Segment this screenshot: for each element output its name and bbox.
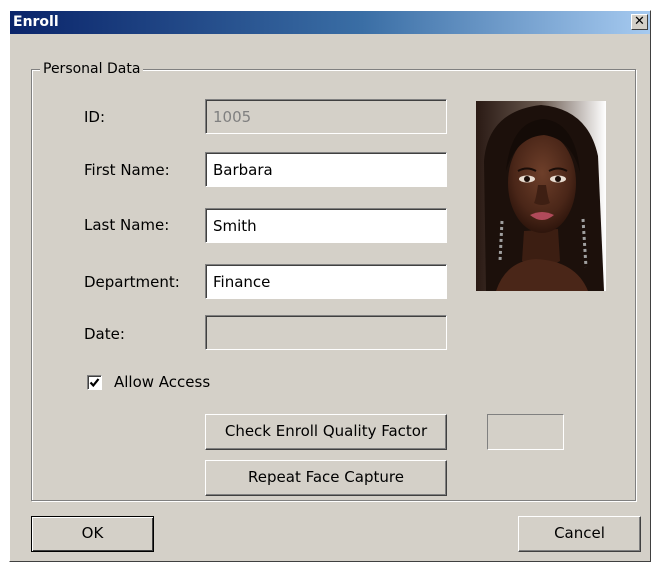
repeat-capture-button[interactable]: Repeat Face Capture [205, 460, 447, 496]
face-photo [476, 101, 606, 291]
first-name-label: First Name: [84, 161, 170, 179]
last-name-label: Last Name: [84, 216, 170, 234]
close-icon: ✕ [634, 14, 645, 29]
quality-factor-display [487, 414, 564, 450]
window-title: Enroll [13, 14, 59, 30]
allow-access-label[interactable]: Allow Access [114, 373, 210, 391]
title-bar[interactable]: Enroll ✕ [10, 11, 650, 34]
checkmark-icon [89, 378, 100, 388]
allow-access-checkbox[interactable] [87, 375, 102, 390]
date-field[interactable] [205, 315, 447, 350]
ok-button[interactable]: OK [31, 516, 154, 552]
group-legend: Personal Data [40, 61, 144, 77]
id-field[interactable] [205, 99, 447, 134]
enroll-dialog: Enroll ✕ Personal Data ID: First Name: L… [9, 10, 651, 562]
first-name-field[interactable] [205, 152, 447, 187]
cancel-button[interactable]: Cancel [518, 516, 641, 552]
check-quality-button[interactable]: Check Enroll Quality Factor [205, 414, 447, 450]
date-label: Date: [84, 325, 125, 343]
department-field[interactable] [205, 264, 447, 299]
department-label: Department: [84, 273, 180, 291]
id-label: ID: [84, 108, 106, 126]
last-name-field[interactable] [205, 208, 447, 243]
close-button[interactable]: ✕ [631, 14, 648, 30]
